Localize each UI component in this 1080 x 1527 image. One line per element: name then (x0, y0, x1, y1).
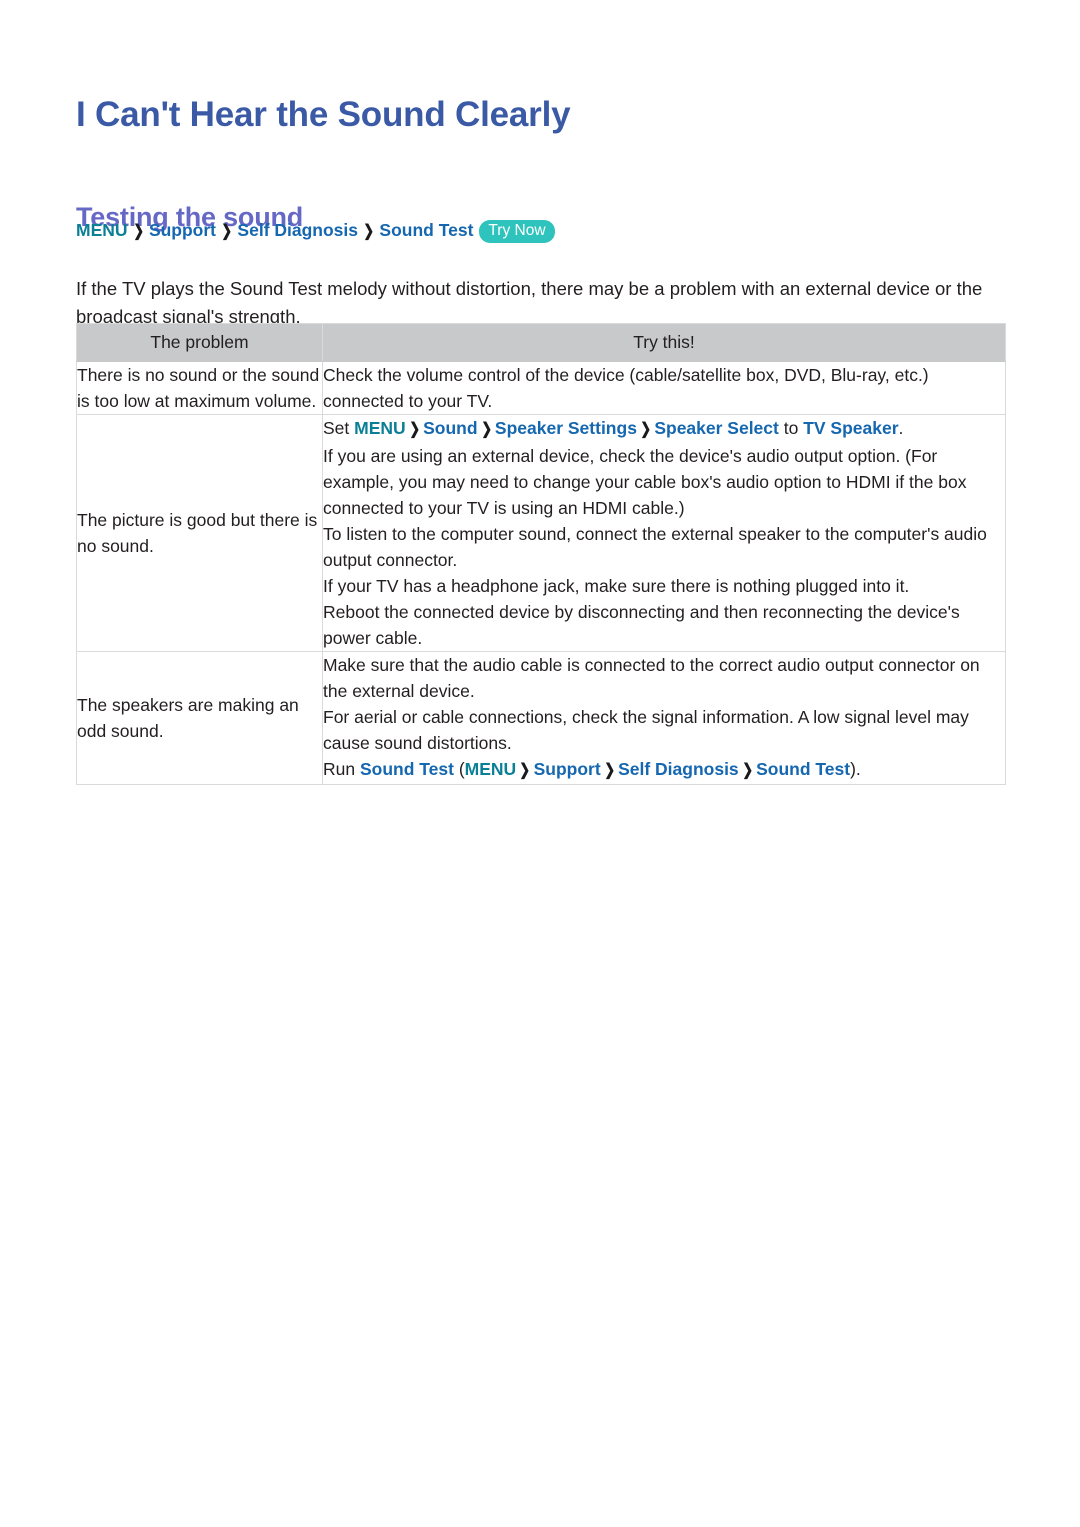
solution-line-run-sound-test: Run Sound Test (MENU ❯ Support ❯ Self Diagno… (323, 756, 1005, 784)
breadcrumb-item-self-diagnosis[interactable]: Self Diagnosis (237, 220, 358, 240)
run-prefix: Run (323, 759, 360, 779)
chevron-right-icon: ❯ (604, 762, 615, 779)
link-sound-test[interactable]: Sound Test (360, 759, 454, 779)
chevron-right-icon: ❯ (480, 421, 492, 438)
page-title: I Can't Hear the Sound Clearly (76, 95, 571, 135)
column-header-problem: The problem (76, 323, 323, 362)
chevron-right-icon: ❯ (132, 223, 144, 240)
table-row: The speakers are making an odd sound. Ma… (76, 651, 1006, 785)
chevron-right-icon: ❯ (640, 421, 651, 438)
menu-path-prefix: Set (323, 418, 355, 438)
table-row: The picture is good but there is no soun… (76, 414, 1006, 652)
chevron-right-icon: ❯ (363, 223, 375, 240)
try-now-badge[interactable]: Try Now (479, 220, 555, 243)
solution-line: Make sure that the audio cable is connec… (323, 655, 980, 701)
menu-target-tv-speaker[interactable]: TV Speaker (803, 418, 898, 438)
menu-item-sound[interactable]: Sound (423, 418, 477, 438)
menu-item-self-diagnosis[interactable]: Self Diagnosis (618, 759, 739, 779)
menu-path-suffix: . (898, 418, 904, 438)
solution-cell: Make sure that the audio cable is connec… (322, 651, 1006, 785)
table-head: The problem Try this! (76, 323, 1006, 362)
open-paren: ( (453, 759, 465, 779)
troubleshooting-table: The problem Try this! There is no sound … (76, 323, 1006, 785)
table-header-row: The problem Try this! (76, 323, 1006, 362)
breadcrumb-item-sound-test[interactable]: Sound Test (379, 220, 473, 240)
solution-line: To listen to the computer sound, connect… (323, 524, 987, 570)
solution-cell: Check the volume control of the device (… (322, 361, 1006, 415)
menu-path-middle: to (778, 418, 804, 438)
menu-token[interactable]: MENU (354, 418, 406, 438)
solution-line: For aerial or cable connections, check t… (323, 707, 969, 753)
chevron-right-icon: ❯ (221, 223, 233, 240)
problem-cell: There is no sound or the sound is too lo… (76, 361, 323, 415)
menu-item-speaker-select[interactable]: Speaker Select (654, 418, 779, 438)
menu-item-speaker-settings[interactable]: Speaker Settings (495, 418, 637, 438)
chevron-right-icon: ❯ (519, 762, 531, 779)
problem-cell: The picture is good but there is no soun… (76, 414, 323, 652)
page-root: I Can't Hear the Sound Clearly Testing t… (0, 0, 1080, 1527)
solution-line: Reboot the connected device by disconnec… (323, 602, 960, 648)
table-body: There is no sound or the sound is too lo… (76, 361, 1006, 785)
breadcrumb-menu[interactable]: MENU (76, 220, 128, 240)
menu-token[interactable]: MENU (465, 759, 517, 779)
chevron-right-icon: ❯ (409, 421, 420, 438)
column-header-try-this: Try this! (322, 323, 1006, 362)
solution-line: If you are using an external device, che… (323, 446, 967, 518)
breadcrumb-item-support[interactable]: Support (149, 220, 216, 240)
menu-item-sound-test[interactable]: Sound Test (756, 759, 850, 779)
menu-item-support[interactable]: Support (534, 759, 601, 779)
close-paren: ). (850, 759, 861, 779)
solution-cell: Set MENU ❯ Sound ❯ Speaker Settings ❯ Speaker … (322, 414, 1006, 652)
chevron-right-icon: ❯ (742, 762, 753, 779)
table-row: There is no sound or the sound is too lo… (76, 361, 1006, 415)
solution-line-menu-path: Set MENU ❯ Sound ❯ Speaker Settings ❯ Speaker … (323, 415, 1005, 443)
solution-line: Check the volume control of the device (… (323, 365, 929, 411)
breadcrumb: MENU ❯ Support ❯ Self Diagnosis ❯ Sound Test Tr… (76, 220, 555, 244)
solution-line: If your TV has a headphone jack, make su… (323, 576, 910, 596)
problem-cell: The speakers are making an odd sound. (76, 651, 323, 785)
